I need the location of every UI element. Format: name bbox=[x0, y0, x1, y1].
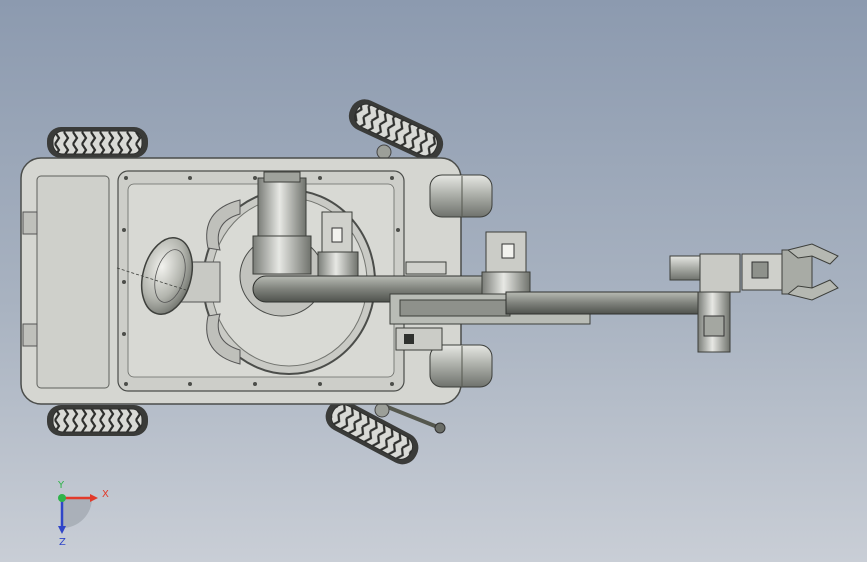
forearm-rail bbox=[389, 291, 707, 351]
gripper bbox=[741, 243, 839, 301]
wheel-front-left bbox=[47, 127, 148, 158]
cad-viewport[interactable]: X Y Z bbox=[0, 0, 867, 562]
axis-x-label: X bbox=[102, 489, 109, 500]
wheel-rear-left bbox=[47, 405, 148, 436]
headlight-bottom bbox=[429, 344, 493, 388]
flipper-track-lower bbox=[325, 399, 419, 465]
coordinate-triad-icon: X Y Z bbox=[57, 480, 109, 548]
axis-z-label: Z bbox=[59, 537, 66, 548]
headlight-top bbox=[429, 174, 493, 218]
axis-y-label: Y bbox=[57, 480, 65, 491]
flipper-track-upper bbox=[348, 99, 444, 161]
